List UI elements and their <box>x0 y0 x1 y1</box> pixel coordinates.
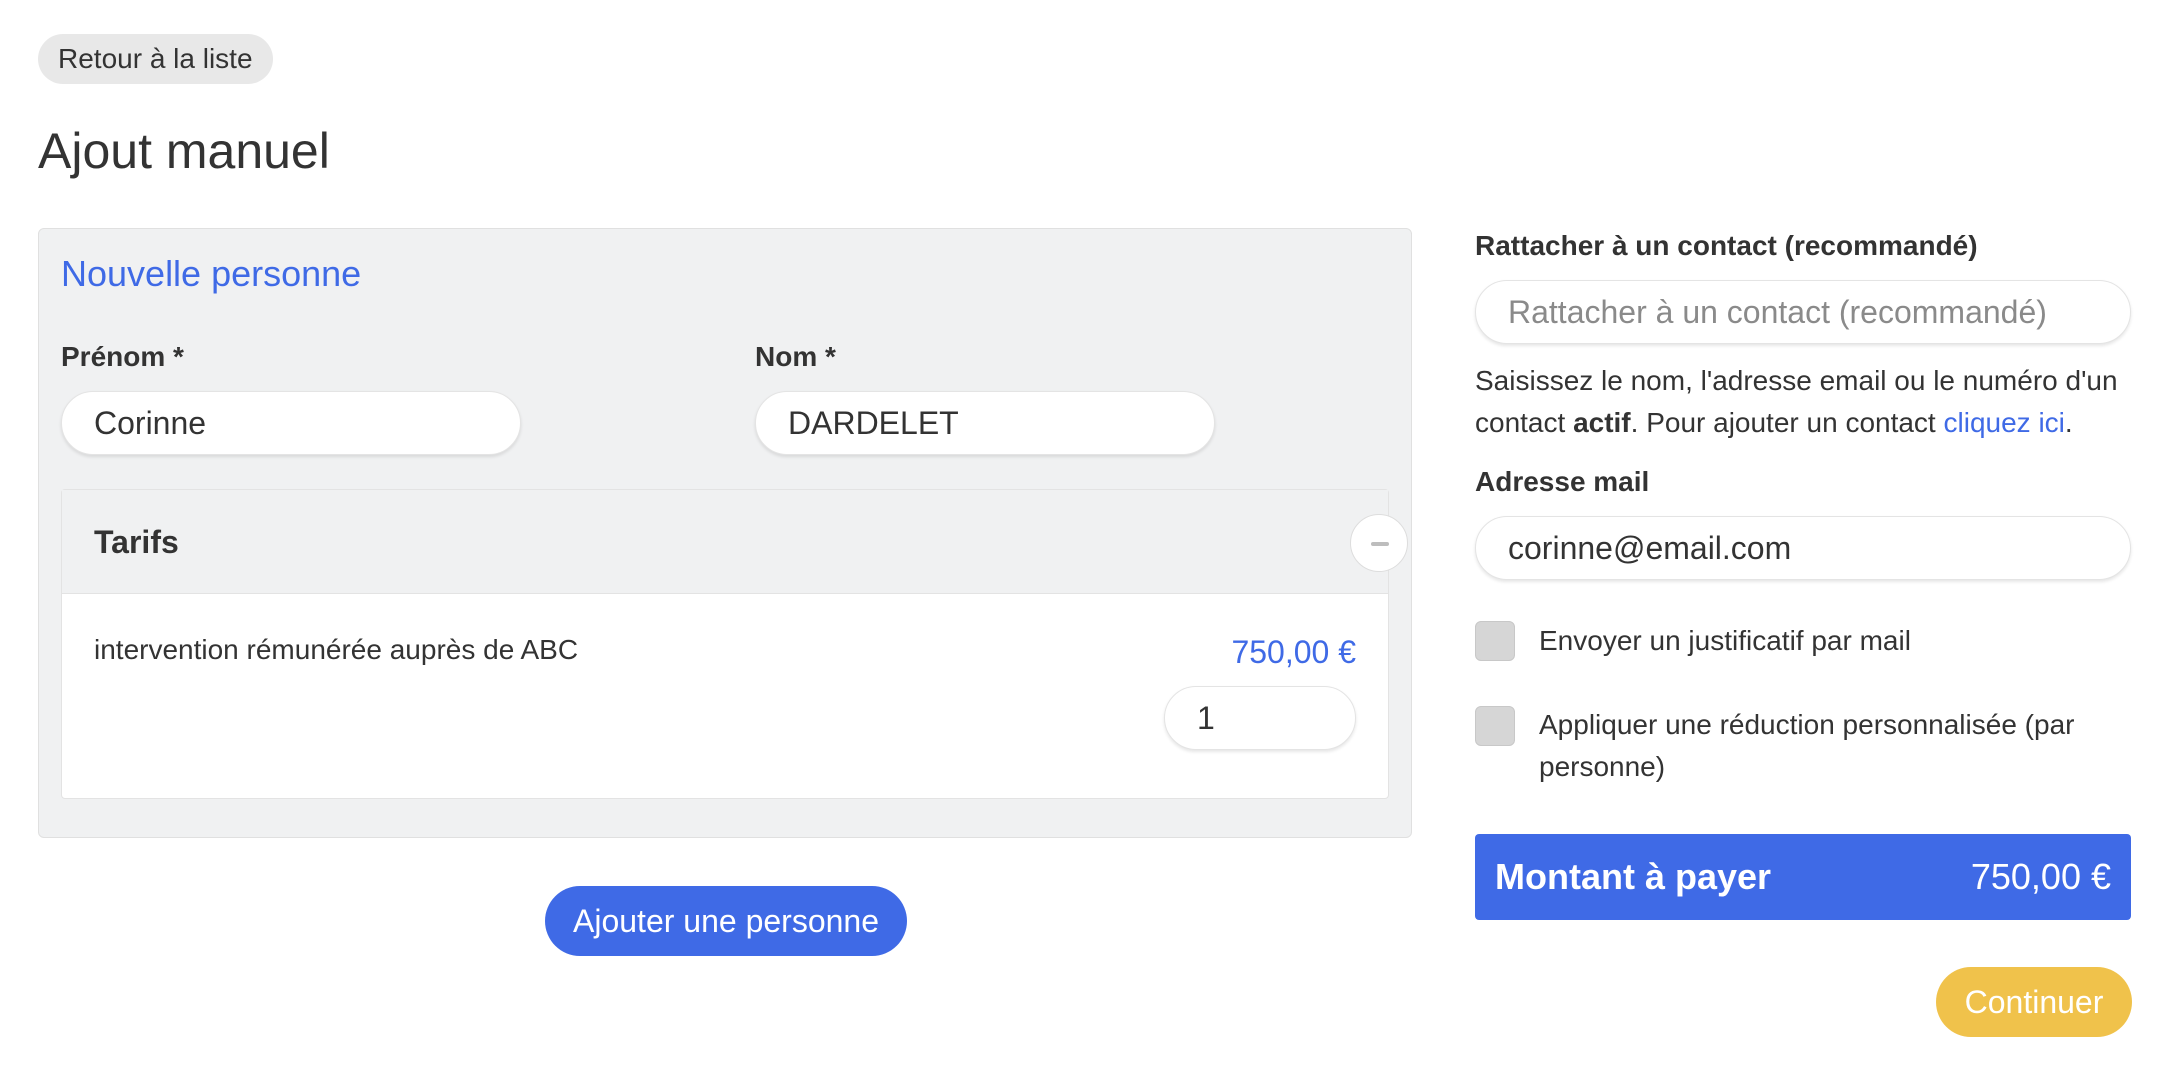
tarifs-header: Tarifs <box>62 490 1408 594</box>
help-text-end: . <box>2064 407 2073 438</box>
contact-label: Rattacher à un contact (recommandé) <box>1475 230 1978 261</box>
first-name-input[interactable] <box>61 391 521 455</box>
send-receipt-label: Envoyer un justificatif par mail <box>1539 625 1911 656</box>
back-to-list-button[interactable]: Retour à la liste <box>38 34 273 84</box>
add-contact-link[interactable]: cliquez ici <box>1944 407 2065 438</box>
add-person-button[interactable]: Ajouter une personne <box>545 886 907 956</box>
new-person-panel: Nouvelle personne Prénom * Nom * Tarifs … <box>38 228 1412 838</box>
help-text-bold: actif <box>1573 407 1631 438</box>
page-title: Ajout manuel <box>38 123 330 179</box>
amount-value: 750,00 € <box>1970 856 2111 897</box>
custom-discount-label: Appliquer une réduction personnalisée (p… <box>1539 709 2075 782</box>
custom-discount-checkbox[interactable] <box>1475 706 1515 746</box>
last-name-label: Nom * <box>755 341 836 372</box>
contact-help-text: Saisissez le nom, l'adresse email ou le … <box>1475 360 2135 444</box>
email-input[interactable] <box>1475 516 2131 580</box>
help-text-middle: . Pour ajouter un contact <box>1630 407 1944 438</box>
send-receipt-checkbox[interactable] <box>1475 621 1515 661</box>
panel-title: Nouvelle personne <box>61 253 362 294</box>
tarif-item-price: 750,00 € <box>1231 634 1356 670</box>
first-name-label: Prénom * <box>61 341 184 372</box>
collapse-minus-icon[interactable] <box>1350 514 1408 572</box>
tarifs-section: Tarifs intervention rémunérée auprès de … <box>61 489 1408 799</box>
contact-search-input[interactable] <box>1475 280 2131 344</box>
tarif-item-label: intervention rémunérée auprès de ABC <box>94 634 579 665</box>
continue-button[interactable]: Continuer <box>1936 967 2132 1037</box>
tarifs-title: Tarifs <box>94 524 179 560</box>
email-label: Adresse mail <box>1475 466 1650 497</box>
amount-label: Montant à payer <box>1495 856 1772 897</box>
amount-to-pay-bar: Montant à payer 750,00 € <box>1475 834 2131 920</box>
quantity-input[interactable] <box>1164 686 1356 750</box>
last-name-input[interactable] <box>755 391 1215 455</box>
